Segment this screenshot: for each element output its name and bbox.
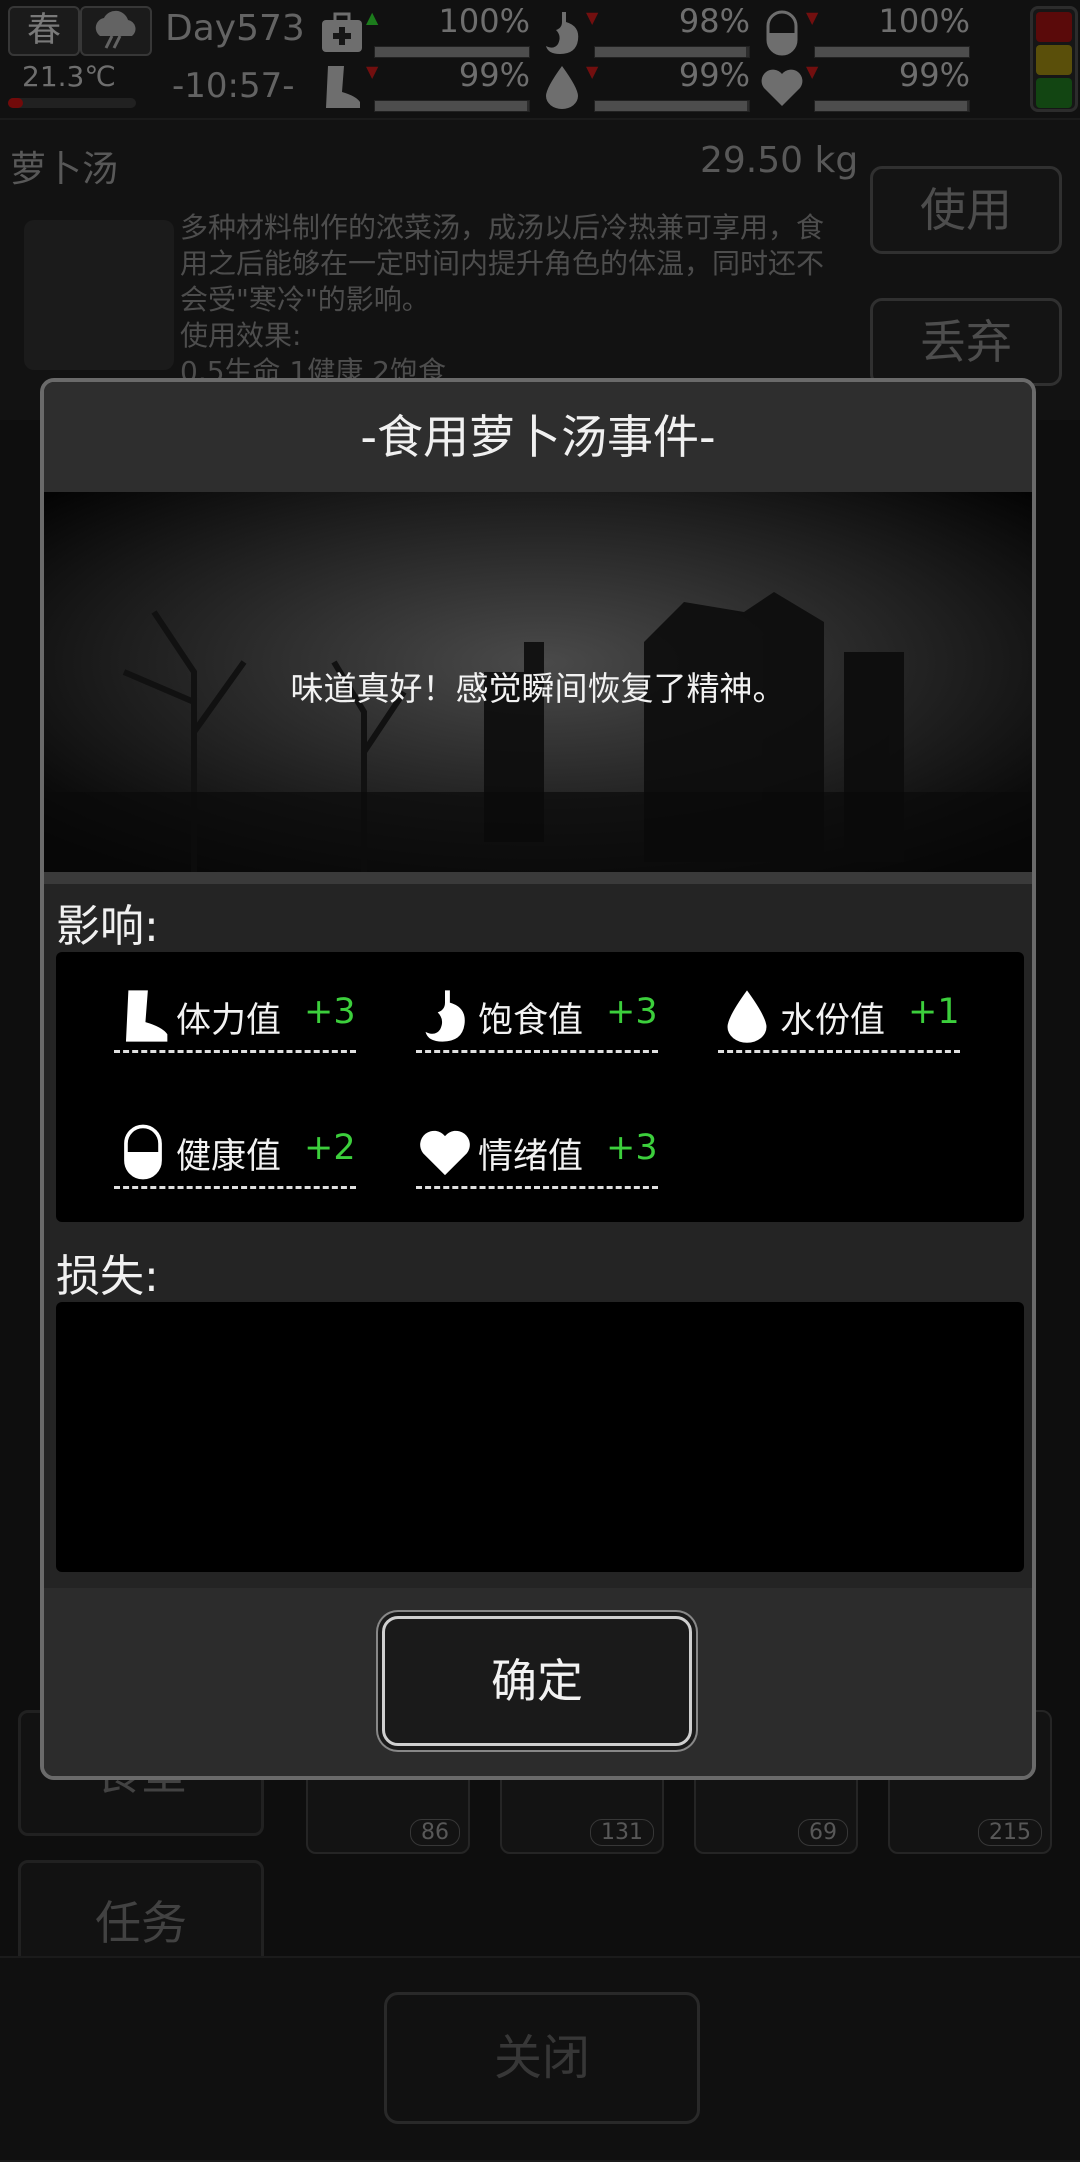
effects-heading: 影响: [56,901,159,952]
dialog-title: -食用萝卜汤事件- [44,382,1032,492]
effect-satiety: 饱食值 +3 [416,980,658,1053]
effects-list: 体力值 +3 饱食值 +3 水份值 +1 健康值 +2 情绪值 +3 [56,952,1024,1222]
event-dialog: -食用萝卜汤事件- 味道真好！感觉瞬间恢复了精神。 影响: 体力值 +3 饱食值… [40,378,1036,1780]
event-message: 味道真好！感觉瞬间恢复了精神。 [290,669,786,708]
effect-health: 健康值 +2 [114,1116,356,1189]
effect-water: 水份值 +1 [718,980,960,1053]
losses-list [56,1302,1024,1572]
drop-icon [727,990,767,1043]
effect-stamina: 体力值 +3 [114,980,356,1053]
losses-heading: 损失: [56,1251,159,1302]
event-scene-image: 味道真好！感觉瞬间恢复了精神。 [44,492,1032,872]
boot-icon [125,990,168,1042]
heart-icon [420,1130,470,1176]
confirm-button[interactable]: 确定 [382,1616,692,1746]
pill-icon [124,1124,162,1180]
stomach-icon [425,990,465,1042]
dialog-footer: 确定 [44,1588,1032,1776]
effect-mood: 情绪值 +3 [416,1116,658,1189]
